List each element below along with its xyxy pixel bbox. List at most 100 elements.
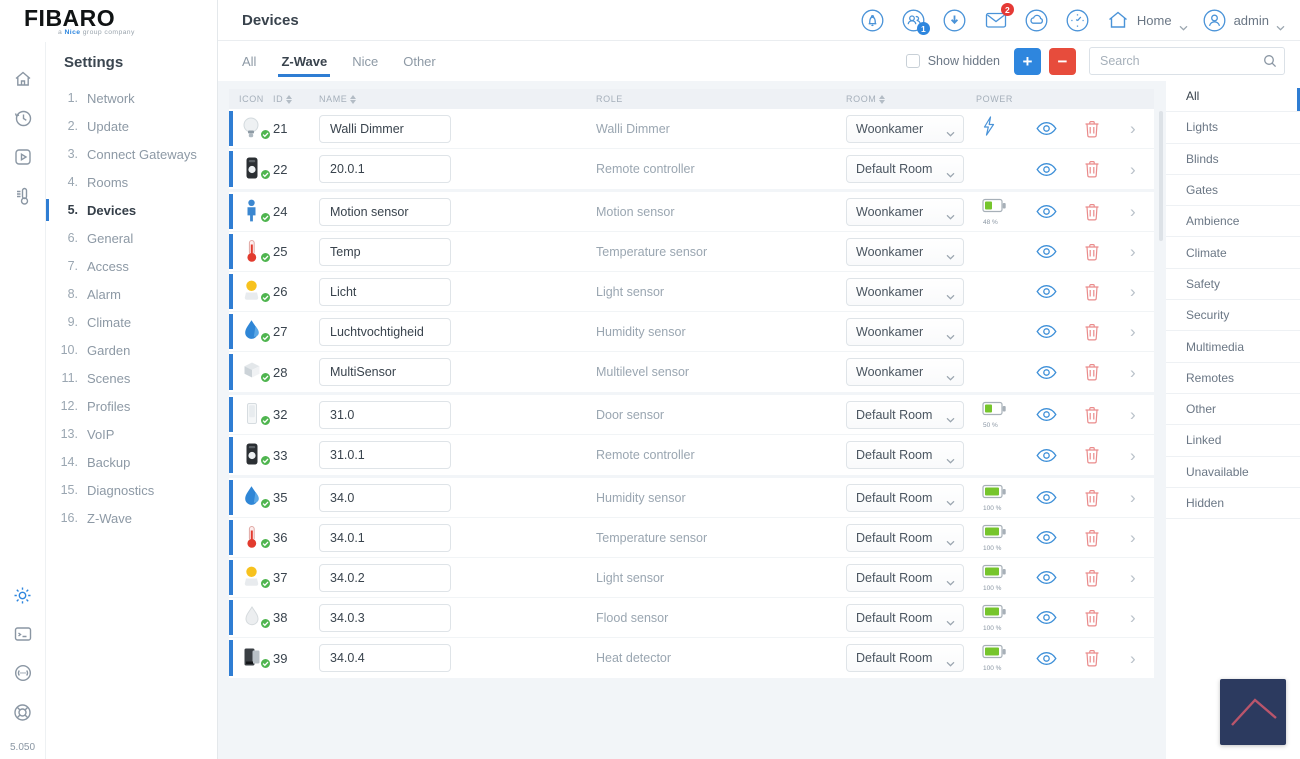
- tab-all[interactable]: All: [242, 41, 256, 81]
- sidebar-item-climate[interactable]: 9. Climate: [46, 308, 217, 336]
- delete-button[interactable]: [1084, 489, 1130, 507]
- room-select[interactable]: Woonkamer: [846, 358, 964, 386]
- category-security[interactable]: Security: [1166, 300, 1300, 332]
- device-name-input[interactable]: [319, 400, 451, 429]
- room-select[interactable]: Woonkamer: [846, 277, 964, 306]
- delete-button[interactable]: [1084, 283, 1130, 301]
- sidebar-item-rooms[interactable]: 4. Rooms: [46, 168, 217, 196]
- cloud-icon[interactable]: [1024, 7, 1050, 33]
- home-selector[interactable]: Home: [1106, 8, 1188, 32]
- room-select[interactable]: Woonkamer: [846, 317, 964, 346]
- category-unavailable[interactable]: Unavailable: [1166, 457, 1300, 488]
- device-name-input[interactable]: [319, 197, 451, 226]
- room-select[interactable]: Default Room: [846, 563, 964, 592]
- room-select[interactable]: Default Room: [846, 483, 964, 512]
- sidebar-item-z-wave[interactable]: 16. Z-Wave: [46, 504, 217, 532]
- row-expand-chevron[interactable]: ›: [1130, 406, 1152, 423]
- visibility-eye-button[interactable]: [1036, 651, 1084, 666]
- delete-button[interactable]: [1084, 243, 1130, 261]
- user-selector[interactable]: admin: [1202, 8, 1285, 33]
- category-blinds[interactable]: Blinds: [1166, 144, 1300, 175]
- device-name-input[interactable]: [319, 523, 451, 552]
- category-hidden[interactable]: Hidden: [1166, 488, 1300, 520]
- row-expand-chevron[interactable]: ›: [1130, 283, 1152, 300]
- clock-icon[interactable]: [1065, 7, 1091, 33]
- scenes-icon[interactable]: [12, 146, 34, 168]
- visibility-eye-button[interactable]: [1036, 204, 1084, 219]
- console-icon[interactable]: [12, 623, 34, 645]
- device-name-input[interactable]: [319, 237, 451, 266]
- visibility-eye-button[interactable]: [1036, 530, 1084, 545]
- sidebar-item-scenes[interactable]: 11. Scenes: [46, 364, 217, 392]
- row-expand-chevron[interactable]: ›: [1130, 323, 1152, 340]
- sidebar-item-garden[interactable]: 10. Garden: [46, 336, 217, 364]
- row-expand-chevron[interactable]: ›: [1130, 203, 1152, 220]
- category-climate[interactable]: Climate: [1166, 237, 1300, 269]
- room-select[interactable]: Default Room: [846, 155, 964, 183]
- tab-z-wave[interactable]: Z-Wave: [278, 41, 330, 81]
- table-scrollbar[interactable]: [1159, 111, 1163, 241]
- column-header-id[interactable]: ID: [273, 94, 319, 104]
- room-select[interactable]: Default Room: [846, 644, 964, 672]
- tab-other[interactable]: Other: [403, 41, 436, 81]
- visibility-eye-button[interactable]: [1036, 407, 1084, 422]
- delete-button[interactable]: [1084, 529, 1130, 547]
- row-expand-chevron[interactable]: ›: [1130, 447, 1152, 464]
- visibility-eye-button[interactable]: [1036, 570, 1084, 585]
- device-name-input[interactable]: [319, 277, 451, 306]
- tab-nice[interactable]: Nice: [352, 41, 378, 81]
- delete-button[interactable]: [1084, 203, 1130, 221]
- column-header-room[interactable]: ROOM: [846, 94, 976, 104]
- device-name-input[interactable]: [319, 155, 451, 183]
- visibility-eye-button[interactable]: [1036, 324, 1084, 339]
- device-name-input[interactable]: [319, 563, 451, 592]
- alarm-icon[interactable]: [860, 7, 886, 33]
- visibility-eye-button[interactable]: [1036, 162, 1084, 177]
- sidebar-item-alarm[interactable]: 8. Alarm: [46, 280, 217, 308]
- room-select[interactable]: Woonkamer: [846, 237, 964, 266]
- visibility-eye-button[interactable]: [1036, 490, 1084, 505]
- users-icon[interactable]: 1: [901, 7, 930, 35]
- sidebar-item-network[interactable]: 1. Network: [46, 84, 217, 112]
- mail-icon[interactable]: 2: [983, 3, 1014, 33]
- row-expand-chevron[interactable]: ›: [1130, 529, 1152, 546]
- column-header-name[interactable]: NAME: [319, 94, 596, 104]
- show-hidden-checkbox[interactable]: [905, 54, 920, 68]
- sidebar-item-connect-gateways[interactable]: 3. Connect Gateways: [46, 140, 217, 168]
- row-expand-chevron[interactable]: ›: [1130, 569, 1152, 586]
- sidebar-item-voip[interactable]: 13. VoIP: [46, 420, 217, 448]
- delete-button[interactable]: [1084, 569, 1130, 587]
- category-all[interactable]: All: [1166, 81, 1300, 113]
- device-name-input[interactable]: [319, 483, 451, 512]
- sidebar-item-access[interactable]: 7. Access: [46, 252, 217, 280]
- delete-button[interactable]: [1084, 609, 1130, 627]
- device-name-input[interactable]: [319, 114, 451, 143]
- delete-button[interactable]: [1084, 363, 1130, 381]
- category-lights[interactable]: Lights: [1166, 112, 1300, 144]
- visibility-eye-button[interactable]: [1036, 610, 1084, 625]
- row-expand-chevron[interactable]: ›: [1130, 161, 1152, 178]
- room-select[interactable]: Woonkamer: [846, 114, 964, 143]
- delete-button[interactable]: [1084, 446, 1130, 464]
- delete-button[interactable]: [1084, 120, 1130, 138]
- category-safety[interactable]: Safety: [1166, 269, 1300, 301]
- category-linked[interactable]: Linked: [1166, 425, 1300, 457]
- device-name-input[interactable]: [319, 317, 451, 346]
- category-ambience[interactable]: Ambience: [1166, 206, 1300, 238]
- visibility-eye-button[interactable]: [1036, 365, 1084, 380]
- device-name-input[interactable]: [319, 603, 451, 632]
- remove-device-button[interactable]: −: [1049, 47, 1076, 75]
- row-expand-chevron[interactable]: ›: [1130, 489, 1152, 506]
- device-name-input[interactable]: [319, 358, 451, 386]
- sidebar-item-general[interactable]: 6. General: [46, 224, 217, 252]
- category-other[interactable]: Other: [1166, 394, 1300, 426]
- row-expand-chevron[interactable]: ›: [1130, 120, 1152, 137]
- room-select[interactable]: Default Room: [846, 603, 964, 632]
- category-remotes[interactable]: Remotes: [1166, 363, 1300, 394]
- delete-button[interactable]: [1084, 406, 1130, 424]
- sidebar-item-devices[interactable]: 5. Devices: [46, 196, 217, 224]
- category-gates[interactable]: Gates: [1166, 175, 1300, 207]
- sidebar-item-update[interactable]: 2. Update: [46, 112, 217, 140]
- delete-button[interactable]: [1084, 160, 1130, 178]
- settings-gear-icon[interactable]: [12, 584, 34, 606]
